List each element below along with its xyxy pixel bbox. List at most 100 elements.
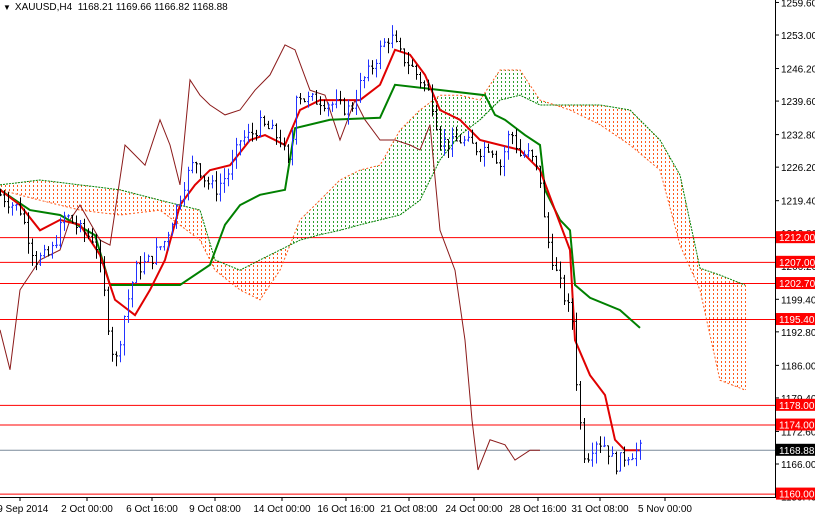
cloud-segment xyxy=(196,209,200,241)
ohlc-bar xyxy=(267,120,270,130)
cloud-segment xyxy=(224,263,228,281)
y-tick-label: 1199.40 xyxy=(781,295,815,306)
cloud-segment xyxy=(700,268,704,308)
ohlc-bar xyxy=(483,141,486,167)
cloud-segment xyxy=(608,106,612,133)
ohlc-bar xyxy=(243,130,246,146)
cloud-segment xyxy=(508,70,512,99)
level-price-tag: 1178.00 xyxy=(779,401,815,412)
level-price-tag: 1174.00 xyxy=(779,421,815,432)
cloud-segment xyxy=(676,168,680,246)
cloud-segment xyxy=(300,215,304,241)
y-tick-label: 1259.60 xyxy=(781,0,815,9)
cloud-segment xyxy=(476,99,480,123)
cloud-segment xyxy=(516,70,520,97)
cloud-segment xyxy=(60,182,64,207)
cloud-segment xyxy=(404,122,408,213)
cloud-segment xyxy=(636,115,640,154)
ohlc-bar xyxy=(375,59,378,78)
ohlc-bar xyxy=(355,89,358,115)
ohlc-bar xyxy=(191,155,194,174)
cloud-segment xyxy=(40,179,44,202)
ohlc-bar xyxy=(115,351,118,367)
cloud-segment xyxy=(504,70,508,100)
ohlc-bar xyxy=(563,274,566,306)
y-tick-label: 1246.20 xyxy=(781,65,815,76)
ohlc-bar xyxy=(311,93,314,101)
cloud-segment xyxy=(480,94,484,120)
cloud-segment xyxy=(128,191,132,214)
cloud-segment xyxy=(388,144,392,218)
cloud-segment xyxy=(704,269,708,327)
cloud-segment xyxy=(640,119,644,157)
cloud-segment xyxy=(272,251,276,283)
cloud-segment xyxy=(140,195,144,213)
ohlc-bar xyxy=(499,159,502,176)
cloud-segment xyxy=(384,151,388,219)
ohlc-bar xyxy=(547,212,550,249)
ohlc-bar xyxy=(227,168,230,187)
cloud-segment xyxy=(348,174,352,229)
cloud-segment xyxy=(460,95,464,136)
cloud-segment xyxy=(728,278,732,385)
cloud-segment xyxy=(312,204,316,237)
cloud-segment xyxy=(192,208,196,238)
cloud-segment xyxy=(296,219,300,243)
cloud-segment xyxy=(132,192,136,214)
cloud-segment xyxy=(328,188,332,233)
cloud-segment xyxy=(120,189,124,215)
cloud-segment xyxy=(668,154,672,216)
cloud-segment xyxy=(52,181,56,205)
cloud-segment xyxy=(104,187,108,214)
ohlc-bar xyxy=(139,255,142,280)
time-axis: 29 Sep 2014 2 Oct 00:00 6 Oct 16:00 9 Oct 0… xyxy=(0,497,692,515)
ohlc-bar xyxy=(159,246,162,251)
ohlc-bar xyxy=(467,130,470,142)
ohlc-bar xyxy=(415,64,418,80)
cloud-segment xyxy=(136,193,140,214)
cloud-segment xyxy=(512,70,516,98)
ohlc-bar xyxy=(367,59,370,82)
ohlc-bar xyxy=(323,99,326,112)
cloud-segment xyxy=(412,113,416,207)
ohlc-bar xyxy=(419,71,422,89)
cloud-segment xyxy=(664,147,668,201)
cloud-segment xyxy=(144,196,148,213)
ohlc-bar xyxy=(527,143,530,158)
ohlc-bar xyxy=(567,293,570,312)
price-chart[interactable]: 1259.60 1253.00 1246.20 1239.60 1232.80 1226.… xyxy=(0,0,815,516)
x-tick-label: 5 Nov 00:00 xyxy=(638,504,692,515)
cloud-segment xyxy=(400,126,404,215)
cloud-segment xyxy=(260,257,264,300)
cloud-segment xyxy=(288,240,292,251)
cloud-segment xyxy=(496,70,500,105)
cloud-segment xyxy=(520,70,524,98)
cloud-segment xyxy=(736,281,740,389)
cloud-segment xyxy=(628,109,632,147)
cloud-segment xyxy=(276,249,280,277)
ohlc-bar xyxy=(195,161,198,174)
cloud-segment xyxy=(332,184,336,233)
x-tick-label: 28 Oct 16:00 xyxy=(509,504,567,515)
ohlc-bar xyxy=(399,37,402,52)
cloud-segment xyxy=(720,275,724,382)
y-tick-label: 1239.60 xyxy=(781,97,815,108)
cloud-segment xyxy=(16,182,20,196)
ohlc-bar xyxy=(135,260,138,284)
cloud-segment xyxy=(220,261,224,278)
cloud-segment xyxy=(20,181,24,197)
ohlc-bar xyxy=(211,175,214,189)
cloud-segment xyxy=(604,105,608,131)
cloud-segment xyxy=(48,180,52,204)
ohlc-bar xyxy=(123,315,126,356)
cloud-segment xyxy=(36,179,40,201)
cloud-segment xyxy=(72,183,76,210)
ohlc-bar xyxy=(611,446,614,457)
cloud-segment xyxy=(648,127,652,164)
level-price-tag: 1207.00 xyxy=(779,258,815,269)
ohlc-bar xyxy=(559,261,562,289)
ohlc-bar xyxy=(587,453,590,463)
ohlc-bar xyxy=(259,110,262,138)
ohlc-bar xyxy=(363,76,366,89)
ohlc-bar xyxy=(183,182,186,206)
